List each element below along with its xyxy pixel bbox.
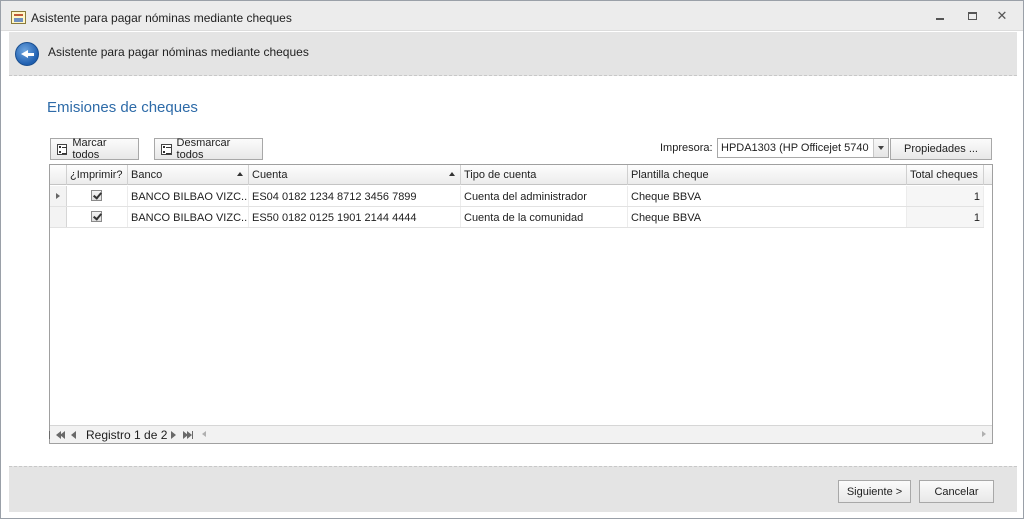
sort-ascending-icon (237, 172, 243, 176)
sort-ascending-icon (449, 172, 455, 176)
grid-header: ¿Imprimir? Banco Cuenta Tipo de cuenta P… (50, 165, 992, 185)
account-type-cell: Cuenta del administrador (461, 186, 628, 206)
next-button-label: Siguiente > (846, 485, 903, 498)
table-row[interactable]: BANCO BILBAO VIZC... ES04 0182 1234 8712… (50, 186, 984, 207)
column-header-bank[interactable]: Banco (128, 165, 249, 185)
column-header-print[interactable]: ¿Imprimir? (67, 165, 128, 185)
previous-record-icon[interactable] (71, 431, 76, 439)
wizard-window: Asistente para pagar nóminas mediante ch… (0, 0, 1024, 519)
section-title: Emisiones de cheques (47, 99, 198, 116)
maximize-icon (967, 12, 977, 20)
unmark-all-button[interactable]: Desmarcar todos (154, 137, 263, 161)
wizard-header-title: Asistente para pagar nóminas mediante ch… (48, 45, 309, 59)
cancel-button[interactable]: Cancelar (919, 480, 994, 503)
unmark-all-label: Desmarcar todos (176, 137, 231, 161)
wizard-header: Asistente para pagar nóminas mediante ch… (9, 32, 1017, 76)
app-window-icon (11, 11, 26, 24)
printer-select-value: HPDA1303 (HP Officejet 5740 s (721, 142, 871, 154)
record-navigator: Registro 1 de 2 (49, 425, 992, 443)
properties-label: Propiedades ... (904, 143, 978, 155)
printer-select[interactable]: HPDA1303 (HP Officejet 5740 s (717, 138, 889, 158)
template-cell: Cheque BBVA (628, 186, 907, 206)
print-cell (67, 186, 128, 206)
first-record-icon[interactable] (60, 431, 65, 439)
column-header-bank-label: Banco (131, 169, 163, 181)
minimize-button[interactable] (929, 8, 951, 24)
close-button[interactable]: ✕ (991, 8, 1013, 24)
column-header-account-type[interactable]: Tipo de cuenta (461, 165, 628, 185)
current-row-icon (56, 193, 60, 199)
account-type-cell: Cuenta de la comunidad (461, 207, 628, 227)
scroll-right-icon[interactable] (982, 431, 986, 437)
minimize-icon (936, 18, 944, 20)
checklist-icon (161, 143, 172, 155)
total-cell: 1 (907, 186, 984, 206)
horizontal-scrollbar[interactable] (200, 428, 990, 441)
scroll-left-icon[interactable] (202, 431, 206, 437)
column-header-account-label: Cuenta (252, 169, 288, 181)
row-indicator (50, 186, 67, 206)
checklist-icon (57, 143, 68, 155)
back-arrow-icon[interactable] (15, 42, 39, 66)
wizard-footer: Siguiente > Cancelar (9, 466, 1017, 512)
column-header-account[interactable]: Cuenta (249, 165, 461, 185)
print-checkbox[interactable] (91, 190, 102, 201)
row-indicator-header (50, 165, 67, 185)
bank-cell: BANCO BILBAO VIZC... (128, 207, 249, 227)
column-header-total[interactable]: Total cheques (907, 165, 984, 185)
account-cell: ES04 0182 1234 8712 3456 7899 (249, 186, 461, 206)
column-header-template[interactable]: Plantilla cheque (628, 165, 907, 185)
next-record-icon[interactable] (171, 431, 176, 439)
properties-button[interactable]: Propiedades ... (890, 138, 992, 160)
maximize-button[interactable] (961, 8, 983, 24)
next-button[interactable]: Siguiente > (838, 480, 911, 503)
cancel-button-label: Cancelar (934, 485, 979, 498)
row-indicator (50, 207, 67, 227)
print-cell (67, 207, 128, 227)
mark-all-label: Marcar todos (72, 137, 107, 161)
total-cell: 1 (907, 207, 984, 227)
bank-cell: BANCO BILBAO VIZC... (128, 186, 249, 206)
record-counter: Registro 1 de 2 (86, 428, 168, 442)
table-row[interactable]: BANCO BILBAO VIZC... ES50 0182 0125 1901… (50, 207, 984, 228)
print-checkbox[interactable] (91, 211, 102, 222)
printer-label: Impresora: (660, 142, 713, 154)
title-bar: Asistente para pagar nóminas mediante ch… (1, 1, 1023, 31)
account-cell: ES50 0182 0125 1901 2144 4444 (249, 207, 461, 227)
last-record-icon[interactable] (187, 431, 193, 439)
mark-all-button[interactable]: Marcar todos (50, 137, 139, 161)
template-cell: Cheque BBVA (628, 207, 907, 227)
chevron-down-icon[interactable] (873, 139, 888, 157)
wizard-content: Emisiones de cheques Marcar todos Desmar… (9, 77, 1017, 466)
close-icon: ✕ (996, 8, 1008, 23)
window-title: Asistente para pagar nóminas mediante ch… (31, 11, 292, 25)
cheques-grid: ¿Imprimir? Banco Cuenta Tipo de cuenta P… (49, 164, 993, 444)
